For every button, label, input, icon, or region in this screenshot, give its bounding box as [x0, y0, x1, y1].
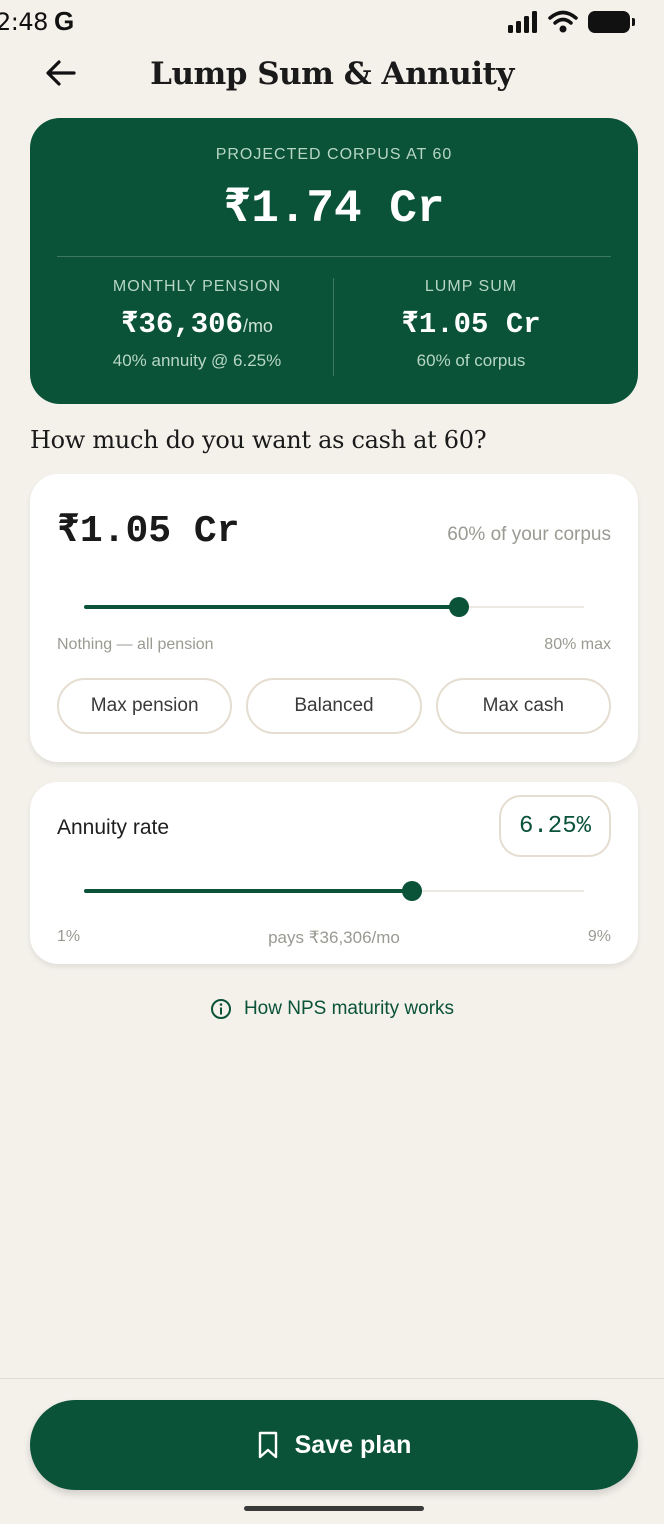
divider — [57, 256, 611, 257]
monthly-pension-summary: MONTHLY PENSION ₹36,306/mo 40% annuity @… — [60, 278, 334, 371]
pension-amount: ₹36,306 — [121, 308, 243, 341]
annuity-rate-card: Annuity rate 6.25% 1% pays ₹36,306/mo 9% — [30, 782, 638, 964]
annuity-slider-fill — [84, 889, 412, 893]
home-indicator[interactable] — [244, 1506, 424, 1511]
cash-slider-fill — [84, 605, 459, 609]
cash-slider-thumb[interactable] — [449, 597, 469, 617]
balanced-button[interactable]: Balanced — [246, 678, 422, 734]
header: Lump Sum & Annuity — [0, 48, 664, 104]
status-time: 2:48 — [0, 8, 48, 36]
pension-label: MONTHLY PENSION — [112, 278, 282, 295]
cash-min-label: Nothing — all pension — [57, 636, 214, 653]
preset-row: Max pension Balanced Max cash — [57, 678, 611, 734]
wifi-icon — [548, 10, 578, 33]
cash-max-label: 80% max — [544, 636, 611, 653]
cash-slider[interactable] — [84, 597, 584, 617]
google-icon: G — [54, 6, 75, 36]
battery-icon — [588, 11, 635, 33]
save-plan-label: Save plan — [294, 1430, 412, 1459]
annuity-rate-value[interactable]: 6.25% — [499, 795, 611, 857]
cash-question: How much do you want as cash at 60? — [30, 426, 487, 454]
page-title: Lump Sum & Annuity — [150, 56, 514, 92]
annuity-pays-text: pays ₹36,306/mo — [268, 928, 400, 947]
save-plan-button[interactable]: Save plan — [30, 1400, 638, 1490]
status-icons — [508, 10, 635, 34]
lump-sum-value: ₹1.05 Cr — [401, 308, 541, 341]
info-link-label: How NPS maturity works — [243, 998, 455, 1019]
corpus-summary-card: PROJECTED CORPUS AT 60 ₹1.74 Cr MONTHLY … — [30, 118, 638, 404]
max-cash-button[interactable]: Max cash — [435, 678, 611, 734]
bottom-divider — [0, 1378, 664, 1379]
nps-info-link[interactable]: How NPS maturity works — [0, 998, 664, 1020]
corpus-value: ₹1.74 Cr — [223, 183, 445, 235]
info-icon — [210, 999, 231, 1019]
annuity-rate-slider[interactable] — [84, 881, 584, 901]
lump-sum-sub: 60% of corpus — [416, 351, 526, 370]
pension-value: ₹36,306/mo — [60, 305, 334, 341]
annuity-rate-label: Annuity rate — [57, 816, 170, 839]
lump-sum-summary: LUMP SUM ₹1.05 Cr 60% of corpus — [334, 278, 608, 371]
corpus-label: PROJECTED CORPUS AT 60 — [215, 146, 453, 163]
annuity-max-label: 9% — [587, 928, 611, 945]
cash-value: ₹1.05 Cr — [57, 510, 240, 553]
lump-sum-label: LUMP SUM — [424, 278, 518, 295]
max-pension-button[interactable]: Max pension — [57, 678, 233, 734]
pension-sub: 40% annuity @ 6.25% — [112, 351, 282, 370]
annuity-slider-thumb[interactable] — [402, 881, 422, 901]
pension-unit: /mo — [242, 316, 273, 336]
signal-icon — [508, 11, 537, 33]
cash-percent-text: 60% of your corpus — [447, 524, 611, 545]
bookmark-icon — [258, 1431, 277, 1459]
status-bar: 2:48 G — [0, 0, 664, 44]
cash-selector-card: ₹1.05 Cr 60% of your corpus Nothing — al… — [30, 474, 638, 762]
